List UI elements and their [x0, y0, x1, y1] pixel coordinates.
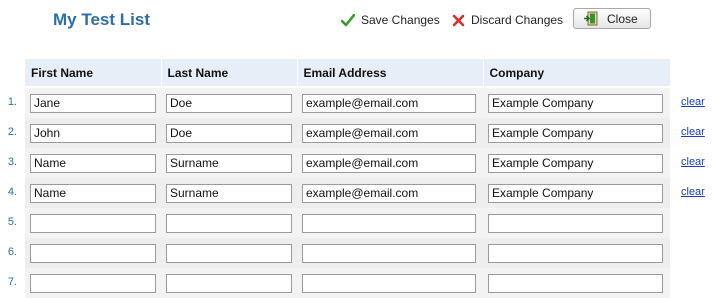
last-name-input[interactable] [166, 183, 292, 203]
row-number: 4. [7, 186, 17, 198]
row-number: 2. [7, 126, 17, 138]
last-name-input[interactable] [166, 273, 292, 293]
table-row [25, 148, 670, 178]
first-name-input[interactable] [30, 153, 156, 173]
row-number: 1. [7, 96, 17, 108]
row-number: 6. [7, 246, 17, 258]
first-name-input[interactable] [30, 273, 156, 293]
last-name-input[interactable] [166, 93, 292, 113]
row-number: 7. [7, 276, 17, 288]
last-name-input[interactable] [166, 213, 292, 233]
row-number: 5. [7, 216, 17, 228]
first-name-input[interactable] [30, 93, 156, 113]
column-header-email: Email Address [296, 59, 483, 88]
last-name-input[interactable] [166, 123, 292, 143]
company-input[interactable] [488, 183, 663, 203]
column-header-last-name: Last Name [160, 59, 297, 88]
email-input[interactable] [302, 153, 476, 173]
first-name-input[interactable] [30, 243, 156, 263]
table-header-row: First Name Last Name Email Address Compa… [25, 59, 670, 88]
table-row [25, 208, 670, 238]
save-changes-button[interactable]: Save Changes [341, 11, 440, 29]
row-number: 3. [7, 156, 17, 168]
column-header-first-name: First Name [25, 59, 161, 88]
company-input[interactable] [488, 123, 663, 143]
email-input[interactable] [302, 123, 476, 143]
company-input[interactable] [488, 243, 663, 263]
table-row [25, 178, 670, 208]
first-name-input[interactable] [30, 183, 156, 203]
clear-row-link[interactable]: clear [681, 126, 705, 138]
x-icon [452, 14, 465, 26]
first-name-input[interactable] [30, 123, 156, 143]
company-input[interactable] [488, 93, 663, 113]
page-title: My Test List [53, 10, 150, 29]
discard-changes-label: Discard Changes [471, 13, 564, 27]
company-input[interactable] [488, 153, 663, 173]
table-row [25, 118, 670, 148]
contacts-table: First Name Last Name Email Address Compa… [25, 59, 670, 298]
company-input[interactable] [488, 273, 663, 293]
close-button[interactable]: Close [573, 8, 651, 29]
email-input[interactable] [302, 183, 476, 203]
email-input[interactable] [302, 243, 476, 263]
clear-row-link[interactable]: clear [681, 96, 705, 108]
email-input[interactable] [302, 213, 476, 233]
save-changes-label: Save Changes [361, 13, 440, 27]
table-row [25, 87, 670, 118]
table-row [25, 268, 670, 298]
email-input[interactable] [302, 93, 476, 113]
last-name-input[interactable] [166, 153, 292, 173]
email-input[interactable] [302, 273, 476, 293]
clear-row-link[interactable]: clear [681, 156, 705, 168]
last-name-input[interactable] [166, 243, 292, 263]
column-header-company: Company [482, 59, 670, 88]
first-name-input[interactable] [30, 213, 156, 233]
exit-door-icon [584, 11, 598, 26]
discard-changes-button[interactable]: Discard Changes [452, 11, 563, 29]
close-label: Close [607, 11, 638, 26]
clear-row-link[interactable]: clear [681, 186, 705, 198]
company-input[interactable] [488, 213, 663, 233]
checkmark-icon [341, 13, 355, 26]
table-row [25, 238, 670, 268]
